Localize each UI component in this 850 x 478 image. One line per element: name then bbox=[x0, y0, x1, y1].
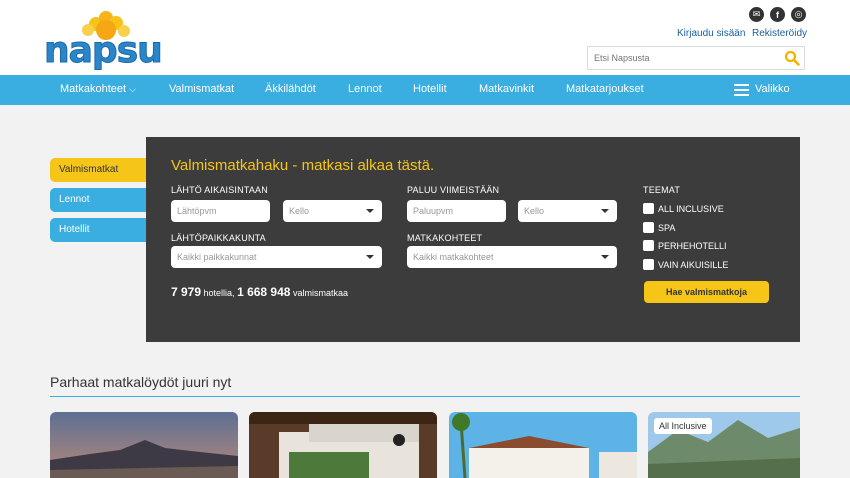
theme-label: VAIN AIKUISILLE bbox=[658, 260, 729, 270]
depart-label: LÄHTÖ AIKAISINTAAN bbox=[171, 185, 268, 195]
chevron-down-icon bbox=[366, 209, 374, 213]
deal-card[interactable] bbox=[449, 412, 637, 478]
origin-select[interactable]: Kaikki paikkakunnat bbox=[171, 246, 382, 268]
facebook-icon[interactable]: f bbox=[770, 7, 785, 22]
return-time-select[interactable]: Kello bbox=[518, 200, 617, 222]
search-panel-title: Valmismatkahaku - matkasi alkaa tästä. bbox=[171, 157, 435, 174]
chevron-down-icon bbox=[601, 209, 609, 213]
nav-item-hotellit[interactable]: Hotellit bbox=[413, 83, 447, 95]
nav-item-lennot[interactable]: Lennot bbox=[348, 83, 382, 95]
deal-image bbox=[449, 412, 637, 478]
tab-lennot[interactable]: Lennot bbox=[50, 188, 150, 212]
divider bbox=[50, 396, 800, 397]
return-date-input[interactable]: Paluupvm bbox=[407, 200, 506, 222]
checkbox[interactable] bbox=[643, 222, 654, 233]
checkbox[interactable] bbox=[643, 259, 654, 270]
theme-label: ALL INCLUSIVE bbox=[658, 204, 724, 214]
chevron-down-icon bbox=[366, 255, 374, 259]
tab-hotellit[interactable]: Hotellit bbox=[50, 218, 150, 242]
menu-button[interactable]: Valikko bbox=[755, 83, 790, 95]
checkbox[interactable] bbox=[643, 203, 654, 214]
hotels-count: 7 979 bbox=[171, 285, 202, 299]
trips-text: valmismatkaa bbox=[290, 288, 348, 298]
nav-item-matkakohteet[interactable]: Matkakohteet ⌵ bbox=[60, 83, 136, 95]
deals-title: Parhaat matkalöydöt juuri nyt bbox=[50, 374, 232, 390]
main-nav: Matkakohteet ⌵ Valmismatkat Äkkilähdöt L… bbox=[0, 75, 850, 105]
destination-select[interactable]: Kaikki matkakohteet bbox=[407, 246, 617, 268]
origin-label: LÄHTÖPAIKKAKUNTA bbox=[171, 233, 266, 243]
deal-card[interactable] bbox=[50, 412, 238, 478]
depart-time-select[interactable]: Kello bbox=[283, 200, 382, 222]
site-search bbox=[587, 46, 805, 70]
search-icon[interactable] bbox=[784, 50, 800, 66]
return-label: PALUU VIIMEISTÄÄN bbox=[407, 185, 500, 195]
nav-item-akkilahdot[interactable]: Äkkilähdöt bbox=[265, 83, 316, 95]
deal-card[interactable]: All Inclusive bbox=[648, 412, 836, 478]
login-link[interactable]: Kirjaudu sisään bbox=[677, 28, 745, 39]
instagram-icon[interactable]: ◎ bbox=[791, 7, 806, 22]
search-stats: 7 979 hotellia, 1 668 948 valmismatkaa bbox=[171, 285, 348, 299]
hamburger-menu-icon[interactable] bbox=[734, 84, 749, 96]
trips-count: 1 668 948 bbox=[237, 285, 291, 299]
theme-label: SPA bbox=[658, 223, 676, 233]
origin-value: Kaikki paikkakunnat bbox=[177, 252, 257, 262]
deal-image bbox=[50, 412, 238, 478]
search-panel: Valmismatkahaku - matkasi alkaa tästä. L… bbox=[146, 137, 800, 342]
logo-text: napsu bbox=[44, 30, 164, 72]
depart-date-input[interactable]: Lähtöpvm bbox=[171, 200, 270, 222]
nav-item-valmismatkat[interactable]: Valmismatkat bbox=[169, 83, 234, 95]
nav-item-label: Matkakohteet bbox=[60, 83, 127, 95]
chevron-down-icon bbox=[601, 255, 609, 259]
depart-time-value: Kello bbox=[289, 206, 310, 216]
mail-icon[interactable]: ✉ bbox=[749, 7, 764, 22]
deal-image bbox=[249, 412, 437, 478]
hotels-text: hotellia, bbox=[201, 288, 238, 298]
site-header: napsu ✉ f ◎ Kirjaudu sisään Rekisteröidy bbox=[0, 0, 850, 75]
destination-value: Kaikki matkakohteet bbox=[413, 252, 494, 262]
napsu-logo[interactable]: napsu bbox=[44, 10, 164, 72]
deal-card[interactable] bbox=[249, 412, 437, 478]
register-link[interactable]: Rekisteröidy bbox=[752, 28, 807, 39]
search-trips-button[interactable]: Hae valmismatkoja bbox=[644, 281, 769, 303]
return-time-value: Kello bbox=[524, 206, 545, 216]
themes-label: TEEMAT bbox=[643, 185, 681, 195]
nav-item-matkavinkit[interactable]: Matkavinkit bbox=[479, 83, 534, 95]
nav-item-matkatarjoukset[interactable]: Matkatarjoukset bbox=[566, 83, 644, 95]
site-search-input[interactable] bbox=[588, 47, 768, 69]
checkbox[interactable] bbox=[643, 240, 654, 251]
destination-label: MATKAKOHTEET bbox=[407, 233, 483, 243]
tab-valmismatkat[interactable]: Valmismatkat bbox=[50, 158, 150, 182]
all-inclusive-badge: All Inclusive bbox=[654, 418, 712, 434]
theme-label: PERHEHOTELLI bbox=[658, 241, 727, 251]
chevron-down-icon: ⌵ bbox=[129, 84, 136, 94]
